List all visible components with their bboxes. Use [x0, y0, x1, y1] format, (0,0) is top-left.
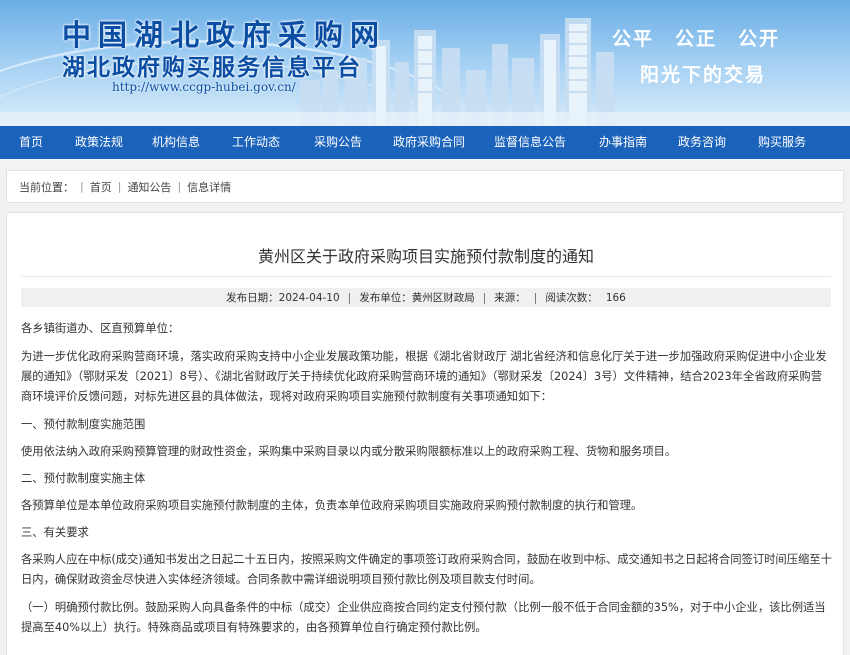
nav-item-supervision[interactable]: 监督信息公告 [478, 126, 582, 159]
nav-item-home[interactable]: 首页 [0, 126, 62, 159]
meta-separator: | [347, 291, 352, 304]
article-title: 黄州区关于政府采购项目实施预付款制度的通知 [257, 247, 594, 266]
site-banner: 中国湖北政府采购网 湖北政府购买服务信息平台 http://www.ccgp-h… [0, 0, 850, 126]
publish-date: 2024-04-10 [278, 291, 340, 304]
article-panel: 黄州区关于政府采购项目实施预付款制度的通知 发布日期： 2024-04-10 |… [6, 212, 844, 655]
meta-separator: | [482, 291, 487, 304]
nav-item-guide[interactable]: 办事指南 [582, 126, 664, 159]
salutation: 各乡镇街道办、区直预算单位： [21, 322, 180, 335]
publisher-label: 发布单位： [359, 292, 412, 304]
nav-item-procurement-notices[interactable]: 采购公告 [296, 126, 380, 159]
views-label: 阅读次数： [545, 292, 598, 304]
section-heading: 一、预付款制度实施范围 [21, 418, 146, 431]
slogan-line2: 阳光下的交易 [640, 64, 767, 86]
body-paragraph: 各预算单位是本单位政府采购项目实施预付款制度的主体，负责本单位政府采购项目实施政… [21, 499, 643, 512]
nav-item-institutions[interactable]: 机构信息 [136, 126, 216, 159]
section-heading: 二、预付款制度实施主体 [21, 472, 146, 485]
breadcrumb-separator: | [80, 180, 84, 193]
source-label: 来源： [494, 292, 526, 304]
section-heading: 三、有关要求 [21, 526, 89, 539]
site-subtitle: 湖北政府购买服务信息平台 [62, 55, 362, 81]
nav-item-consulting[interactable]: 政务咨询 [664, 126, 740, 159]
nav-item-policy[interactable]: 政策法规 [62, 126, 136, 159]
main-nav: 首页 政策法规 机构信息 工作动态 采购公告 政府采购合同 监督信息公告 办事指… [0, 126, 850, 159]
breadcrumb-prefix: 当前位置： [19, 180, 74, 194]
intro-paragraph: 为进一步优化政府采购营商环境，落实政府采购支持中小企业发展政策功能，根据《湖北省… [21, 350, 827, 403]
publisher: 黄州区财政局 [411, 292, 475, 304]
nav-item-work-news[interactable]: 工作动态 [216, 126, 296, 159]
site-url[interactable]: http://www.ccgp-hubei.gov.cn/ [112, 80, 296, 94]
breadcrumb-current: 信息详情 [187, 180, 232, 194]
title-divider [21, 276, 831, 277]
slogan-line1: 公平 公正 公开 [612, 28, 781, 50]
publish-date-label: 发布日期： [226, 292, 279, 304]
breadcrumb-notices[interactable]: 通知公告 [127, 179, 171, 195]
article-body: 各乡镇街道办、区直预算单位： 为进一步优化政府采购营商环境，落实政府采购支持中小… [21, 319, 833, 646]
breadcrumb-separator: | [177, 180, 182, 193]
body-paragraph: 使用依法纳入政府采购预算管理的财政性资金，采购集中采购目录以内或分散采购限额标准… [21, 445, 677, 458]
article-meta: 发布日期： 2024-04-10 | 发布单位： 黄州区财政局 | 来源： | … [21, 288, 831, 307]
nav-item-services[interactable]: 购买服务 [740, 126, 824, 159]
nav-item-contracts[interactable]: 政府采购合同 [380, 126, 478, 159]
breadcrumb-home[interactable]: 首页 [90, 179, 112, 195]
view-count: 166 [605, 291, 626, 304]
body-paragraph: （一）明确预付款比例。鼓励采购人向具备条件的中标（成交）企业供应商按合同约定支付… [21, 601, 826, 634]
meta-separator: | [533, 291, 538, 304]
breadcrumb: 当前位置： | 首页 | 通知公告 | 信息详情 [6, 170, 844, 203]
body-paragraph: 各采购人应在中标(成交)通知书发出之日起二十五日内，按照采购文件确定的事项签订政… [21, 553, 832, 586]
breadcrumb-separator: | [117, 180, 122, 193]
